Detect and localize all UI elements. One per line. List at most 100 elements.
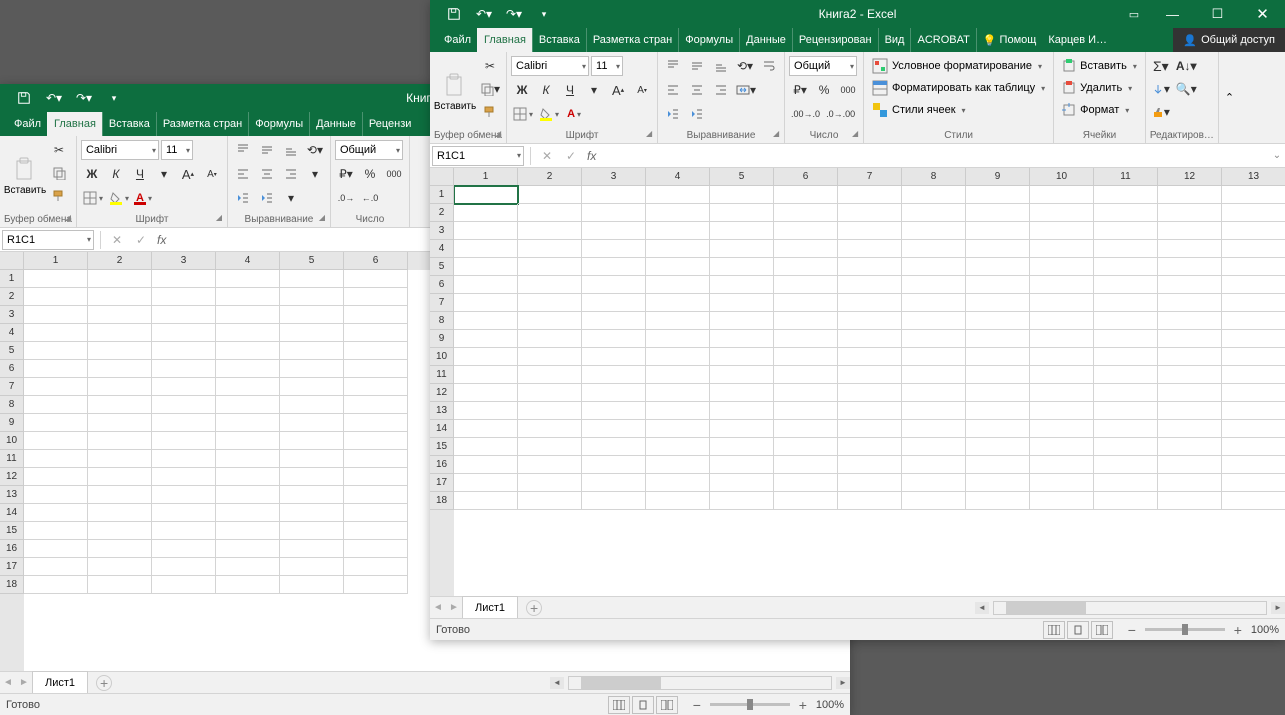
cell[interactable] (24, 324, 88, 342)
cell[interactable] (838, 222, 902, 240)
cell[interactable] (1094, 492, 1158, 510)
cell[interactable] (582, 438, 646, 456)
cell[interactable] (152, 324, 216, 342)
bold-button[interactable]: Ж (511, 79, 533, 101)
cell[interactable] (344, 378, 408, 396)
cell[interactable] (280, 342, 344, 360)
zoom-level[interactable]: 100% (816, 699, 844, 711)
cell[interactable] (838, 474, 902, 492)
align-top-icon[interactable] (232, 139, 254, 161)
cell[interactable] (1030, 276, 1094, 294)
cell[interactable] (774, 492, 838, 510)
cell[interactable] (216, 270, 280, 288)
cell[interactable] (966, 312, 1030, 330)
name-box[interactable]: R1C1 (2, 230, 94, 250)
cell[interactable] (838, 420, 902, 438)
user-account[interactable]: Карцев И… (1042, 28, 1113, 52)
cell[interactable] (216, 396, 280, 414)
row-header[interactable]: 13 (0, 486, 24, 504)
cell[interactable] (454, 186, 518, 204)
cell[interactable] (774, 366, 838, 384)
cell[interactable] (582, 312, 646, 330)
cell[interactable] (966, 348, 1030, 366)
cell[interactable] (280, 432, 344, 450)
align-top-icon[interactable] (662, 55, 684, 77)
enter-formula-icon[interactable]: ✓ (129, 230, 153, 250)
tab-next-icon[interactable]: ► (446, 598, 462, 618)
horizontal-scrollbar[interactable] (568, 676, 832, 690)
menu-formulas[interactable]: Формулы (678, 28, 739, 52)
percent-icon[interactable]: % (359, 163, 381, 185)
align-bottom-icon[interactable] (710, 55, 732, 77)
cell[interactable] (1030, 402, 1094, 420)
cell[interactable] (710, 402, 774, 420)
borders-button[interactable]: ▾ (81, 187, 105, 209)
cell[interactable] (344, 504, 408, 522)
cell[interactable] (902, 330, 966, 348)
cell[interactable] (216, 486, 280, 504)
row-header[interactable]: 7 (0, 378, 24, 396)
cell[interactable] (1158, 402, 1222, 420)
row-header[interactable]: 7 (430, 294, 454, 312)
page-layout-view-icon[interactable] (632, 696, 654, 714)
cell[interactable] (1158, 438, 1222, 456)
cell[interactable] (280, 360, 344, 378)
cell[interactable] (646, 456, 710, 474)
formula-input[interactable] (600, 146, 1269, 166)
cell[interactable] (454, 474, 518, 492)
cell[interactable] (454, 222, 518, 240)
increase-indent-icon[interactable] (686, 103, 708, 125)
copy-icon[interactable] (48, 162, 70, 184)
merge-cells-icon[interactable]: ▾ (734, 79, 758, 101)
cell[interactable] (1030, 294, 1094, 312)
cell[interactable] (88, 342, 152, 360)
col-header[interactable]: 10 (1030, 168, 1094, 186)
cell[interactable] (88, 306, 152, 324)
cell[interactable] (838, 438, 902, 456)
cell[interactable] (902, 420, 966, 438)
cell[interactable] (216, 414, 280, 432)
col-header[interactable]: 4 (216, 252, 280, 270)
cell[interactable] (88, 396, 152, 414)
underline-button[interactable]: Ч (129, 163, 151, 185)
cell[interactable] (454, 204, 518, 222)
cell[interactable] (280, 396, 344, 414)
qat-customize-icon[interactable]: ▾ (530, 1, 558, 27)
collapse-ribbon-icon[interactable]: ⌃ (1219, 52, 1240, 143)
sheet-tab[interactable]: Лист1 (32, 671, 88, 693)
cell[interactable] (280, 288, 344, 306)
cell[interactable] (24, 576, 88, 594)
cell[interactable] (1222, 204, 1285, 222)
cell[interactable] (966, 474, 1030, 492)
cell[interactable] (1222, 258, 1285, 276)
cell[interactable] (152, 558, 216, 576)
cell[interactable] (1222, 186, 1285, 204)
align-left-icon[interactable] (662, 79, 684, 101)
cell[interactable] (454, 348, 518, 366)
cell[interactable] (280, 306, 344, 324)
cell[interactable] (966, 456, 1030, 474)
paste-button[interactable]: Вставить (434, 55, 476, 129)
cell[interactable] (280, 540, 344, 558)
cell[interactable] (646, 312, 710, 330)
cell[interactable] (1158, 474, 1222, 492)
cell[interactable] (454, 402, 518, 420)
cell[interactable] (646, 240, 710, 258)
cell[interactable] (582, 474, 646, 492)
zoom-slider[interactable] (710, 703, 790, 706)
menu-layout[interactable]: Разметка стран (156, 112, 248, 136)
decrease-indent-icon[interactable] (232, 187, 254, 209)
cell[interactable] (152, 504, 216, 522)
cell[interactable] (1222, 366, 1285, 384)
cell[interactable] (454, 258, 518, 276)
cell[interactable] (1094, 258, 1158, 276)
percent-icon[interactable]: % (813, 79, 835, 101)
cell[interactable] (774, 402, 838, 420)
cell[interactable] (88, 432, 152, 450)
cell[interactable] (344, 342, 408, 360)
row-header[interactable]: 1 (430, 186, 454, 204)
cell[interactable] (1158, 330, 1222, 348)
cell[interactable] (1222, 348, 1285, 366)
cell[interactable] (152, 576, 216, 594)
cell[interactable] (88, 504, 152, 522)
